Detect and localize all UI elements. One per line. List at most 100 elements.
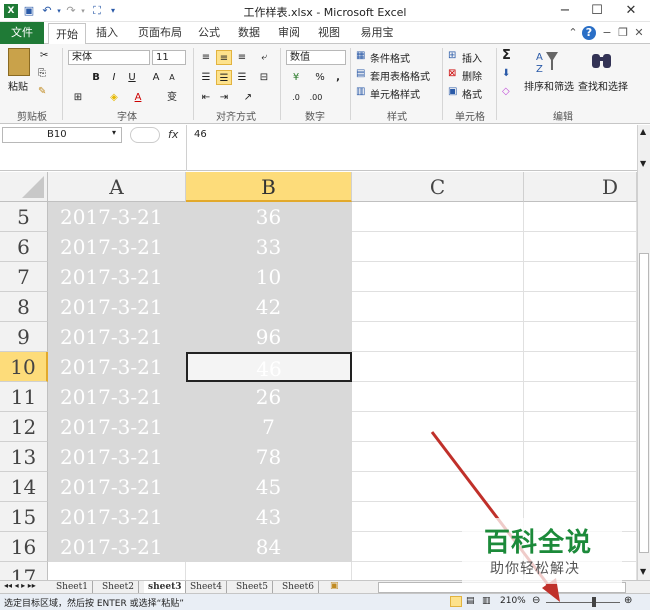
decrease-decimal-icon[interactable]: .00 (308, 90, 324, 105)
sort-filter-button[interactable]: 排序和筛选 (524, 78, 574, 93)
cell-b[interactable]: 84 (186, 532, 352, 562)
italic-button[interactable]: I (106, 70, 122, 85)
orientation-icon[interactable]: ↗ (240, 90, 256, 105)
active-cell[interactable]: 46 (186, 352, 352, 382)
middle-align-icon[interactable]: ≡ (216, 50, 232, 65)
cell-a[interactable]: 2017-3-21 (48, 532, 186, 562)
paste-button[interactable]: 粘贴 (8, 78, 28, 93)
cell-d[interactable] (524, 322, 637, 352)
fill-icon[interactable]: ⬇ (502, 68, 510, 79)
column-header-c[interactable]: C (352, 172, 524, 202)
cut-icon[interactable]: ✂ (40, 50, 48, 61)
insert-cells-button[interactable]: 插入 (462, 50, 482, 65)
font-color-button[interactable]: A (130, 90, 146, 105)
zoom-in-icon[interactable]: ⊕ (624, 595, 632, 606)
doc-minimize-icon[interactable]: − (600, 26, 614, 40)
tab-home[interactable]: 开始 (48, 23, 86, 45)
decrease-indent-icon[interactable]: ⇤ (198, 90, 214, 105)
autosum-button[interactable]: Σ (502, 48, 511, 63)
tab-easy[interactable]: 易用宝 (352, 22, 402, 44)
cell-b[interactable]: 33 (186, 232, 352, 262)
sheet-nav-icon[interactable]: ◂◂ ◂ ▸ ▸▸ (4, 581, 36, 590)
formula-toggle[interactable] (130, 127, 160, 143)
row-header[interactable]: 12 (0, 412, 48, 442)
row-header[interactable]: 15 (0, 502, 48, 532)
merge-center-icon[interactable]: ⊟ (256, 70, 272, 85)
cell-c[interactable] (352, 202, 524, 232)
row-header[interactable]: 8 (0, 292, 48, 322)
increase-decimal-icon[interactable]: .0 (288, 90, 304, 105)
insert-function-button[interactable]: fx (168, 128, 178, 141)
cell-d[interactable] (524, 262, 637, 292)
select-all-corner[interactable] (0, 172, 48, 202)
cell-a[interactable]: 2017-3-21 (48, 322, 186, 352)
bold-button[interactable]: B (88, 70, 104, 85)
paste-icon[interactable] (8, 48, 30, 76)
row-header[interactable]: 10 (0, 352, 48, 382)
name-box[interactable]: B10 (2, 127, 122, 143)
cell-b[interactable]: 7 (186, 412, 352, 442)
cell-b[interactable]: 10 (186, 262, 352, 292)
tab-insert[interactable]: 插入 (90, 22, 124, 44)
cell-d[interactable] (524, 232, 637, 262)
cell-b[interactable]: 78 (186, 442, 352, 472)
row-header[interactable]: 9 (0, 322, 48, 352)
row-header[interactable]: 5 (0, 202, 48, 232)
tab-page-layout[interactable]: 页面布局 (130, 22, 190, 44)
doc-restore-icon[interactable]: ❐ (616, 26, 630, 40)
tab-file[interactable]: 文件 (0, 22, 44, 44)
grow-font-button[interactable]: A (148, 70, 164, 85)
conditional-format-button[interactable]: 条件格式 (370, 50, 410, 65)
maximize-button[interactable]: ☐ (580, 0, 614, 22)
scroll-up-icon[interactable]: ▲ (640, 127, 646, 136)
align-right-icon[interactable]: ☰ (234, 70, 250, 85)
scroll-down-icon[interactable]: ▼ (640, 567, 646, 576)
cell-a[interactable]: 2017-3-21 (48, 262, 186, 292)
tab-view[interactable]: 视图 (312, 22, 346, 44)
row-header[interactable]: 6 (0, 232, 48, 262)
align-center-icon[interactable]: ☰ (216, 70, 232, 85)
cell-c[interactable] (352, 352, 524, 382)
minimize-button[interactable]: − (548, 0, 582, 22)
close-button[interactable]: ✕ (614, 0, 648, 22)
cell-a[interactable]: 2017-3-21 (48, 352, 186, 382)
help-icon[interactable]: ? (582, 26, 596, 40)
cell-a[interactable]: 2017-3-21 (48, 442, 186, 472)
cell-d[interactable] (524, 382, 637, 412)
cell-d[interactable] (524, 352, 637, 382)
collapse-ribbon-icon[interactable]: ⌃ (566, 26, 580, 40)
find-select-button[interactable]: 查找和选择 (578, 78, 628, 93)
cell-styles-button[interactable]: 单元格样式 (370, 86, 420, 101)
cell-c[interactable] (352, 292, 524, 322)
cell-d[interactable] (524, 292, 637, 322)
tab-formulas[interactable]: 公式 (192, 22, 226, 44)
cell-c[interactable] (352, 322, 524, 352)
cell-b[interactable]: 43 (186, 502, 352, 532)
cell-a[interactable]: 2017-3-21 (48, 382, 186, 412)
phonetic-button[interactable]: 变 (164, 90, 180, 105)
format-cells-button[interactable]: 格式 (462, 86, 482, 101)
cell-b[interactable]: 26 (186, 382, 352, 412)
row-header[interactable]: 14 (0, 472, 48, 502)
formula-expand-icon[interactable]: ▼ (640, 159, 646, 168)
formula-input[interactable]: 46 (194, 129, 207, 140)
cell-b[interactable]: 45 (186, 472, 352, 502)
percent-button[interactable]: % (312, 70, 328, 85)
cell-a[interactable] (48, 562, 186, 580)
row-header[interactable]: 16 (0, 532, 48, 562)
tab-data[interactable]: 数据 (232, 22, 266, 44)
find-select-icon[interactable] (590, 48, 614, 74)
cell-b[interactable]: 42 (186, 292, 352, 322)
currency-icon[interactable]: ¥ (288, 70, 304, 85)
shrink-font-button[interactable]: A (164, 70, 180, 85)
cell-a[interactable]: 2017-3-21 (48, 202, 186, 232)
cell-a[interactable]: 2017-3-21 (48, 232, 186, 262)
delete-cells-button[interactable]: 删除 (462, 68, 482, 83)
name-box-dropdown-icon[interactable]: ▾ (112, 128, 116, 137)
cell-b[interactable]: 96 (186, 322, 352, 352)
row-header[interactable]: 11 (0, 382, 48, 412)
sort-filter-icon[interactable]: AZ (536, 48, 560, 75)
border-icon[interactable]: ⊞ (70, 90, 86, 105)
row-header[interactable]: 13 (0, 442, 48, 472)
underline-button[interactable]: U (124, 70, 140, 85)
